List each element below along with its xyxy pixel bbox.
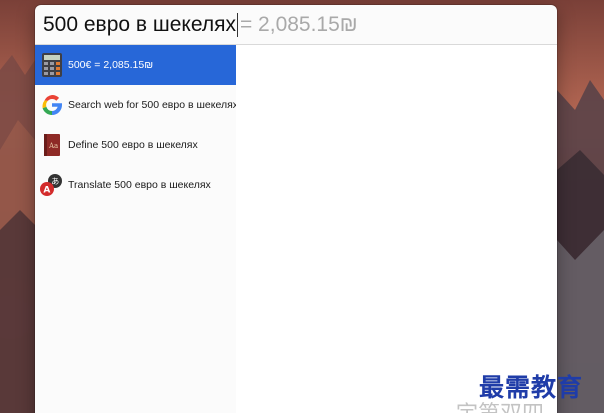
spotlight-window: 500 евро в шекелях = 2,085.15₪ 500€ = 2,… [35,5,557,413]
search-query[interactable]: 500 евро в шекелях [43,13,236,37]
result-label: Translate 500 евро в шекелях [68,179,211,191]
translate-icon: あ A [39,172,65,198]
svg-text:あ: あ [51,177,59,186]
svg-text:A: A [43,186,50,196]
result-item-conversion[interactable]: 500€ = 2,085.15₪ [35,45,236,85]
result-label: 500€ = 2,085.15₪ [68,59,154,71]
google-icon [39,92,65,118]
preview-pane [236,45,557,413]
result-label: Define 500 евро в шекелях [68,139,198,151]
search-bar[interactable]: 500 евро в шекелях = 2,085.15₪ [35,5,557,45]
watermark-text: 最需教育 [479,373,584,402]
results-list: 500€ = 2,085.15₪ Search web for 500 евро… [35,45,239,413]
dictionary-icon: Aa [39,132,65,158]
result-item-translate[interactable]: あ A Translate 500 евро в шекелях [35,165,236,205]
svg-text:Aa: Aa [48,142,58,150]
result-item-search-web[interactable]: Search web for 500 евро в шекелях [35,85,239,125]
calculator-icon [39,52,65,78]
inline-conversion-result: = 2,085.15₪ [239,12,358,36]
result-label: Search web for 500 евро в шекелях [68,99,239,111]
result-item-define[interactable]: Aa Define 500 евро в шекелях [35,125,236,165]
text-caret [236,12,238,37]
